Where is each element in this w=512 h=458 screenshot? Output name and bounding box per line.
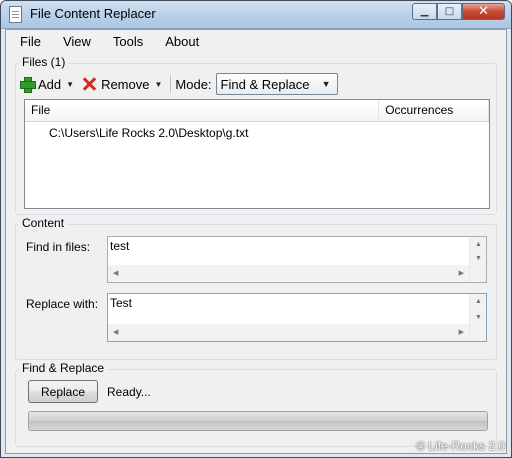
scroll-right-icon[interactable]: ▶ xyxy=(459,269,464,277)
replace-button[interactable]: Replace xyxy=(28,380,98,403)
minimize-icon: ▁ xyxy=(420,6,429,17)
mode-label: Mode: xyxy=(175,76,212,92)
status-text: Ready... xyxy=(107,385,151,399)
close-button[interactable]: ✕ xyxy=(462,3,505,20)
scroll-right-icon[interactable]: ▶ xyxy=(459,328,464,336)
replace-label: Replace with: xyxy=(26,297,99,311)
remove-label: Remove xyxy=(101,76,150,92)
window-title: File Content Replacer xyxy=(30,6,156,21)
app-window: File Content Replacer ▁ □ ✕ File View To… xyxy=(0,0,512,458)
title-bar[interactable]: File Content Replacer ▁ □ ✕ xyxy=(1,1,511,29)
replace-horizontal-scrollbar[interactable]: ◀ ▶ xyxy=(108,324,469,341)
maximize-button[interactable]: □ xyxy=(437,3,462,20)
menu-file-label: File xyxy=(20,34,41,49)
find-vertical-scrollbar[interactable]: ▲ ▼ xyxy=(469,237,486,282)
replace-button-label: Replace xyxy=(40,384,86,399)
menu-tools-label: Tools xyxy=(112,34,144,49)
files-toolbar: Add ▼ Remove ▼ Mode: Find & Replace ▼ xyxy=(20,72,338,96)
client-area: File View Tools About Files (1) Add ▼ Re… xyxy=(5,29,507,454)
close-icon: ✕ xyxy=(478,4,489,19)
document-icon xyxy=(9,6,22,23)
list-item[interactable]: C:\Users\Life Rocks 2.0\Desktop\g.txt xyxy=(25,122,489,140)
mode-select[interactable]: Find & Replace ▼ xyxy=(215,73,338,95)
plus-icon xyxy=(20,77,36,93)
scroll-up-icon[interactable]: ▲ xyxy=(475,241,482,248)
watermark: © Life-Rocks 2.0 xyxy=(416,439,505,453)
replace-vertical-scrollbar[interactable]: ▲ ▼ xyxy=(469,294,486,341)
menu-about-label: About xyxy=(165,34,200,49)
find-label: Find in files: xyxy=(26,240,91,254)
add-button[interactable]: Add ▼ xyxy=(20,76,80,93)
replace-input[interactable]: Test ▲ ▼ ◀ ▶ xyxy=(107,293,487,342)
files-list-header: File Occurrences xyxy=(25,100,489,122)
maximize-icon: □ xyxy=(444,6,455,17)
files-list[interactable]: File Occurrences C:\Users\Life Rocks 2.0… xyxy=(24,99,490,209)
chevron-down-icon: ▼ xyxy=(321,79,331,89)
menu-bar: File View Tools About xyxy=(6,30,506,52)
column-header-occurrences[interactable]: Occurrences xyxy=(379,100,489,121)
add-label: Add xyxy=(38,76,62,92)
file-path: C:\Users\Life Rocks 2.0\Desktop\g.txt xyxy=(49,126,249,140)
minimize-button[interactable]: ▁ xyxy=(412,3,437,20)
scroll-down-icon[interactable]: ▼ xyxy=(475,314,482,321)
menu-about[interactable]: About xyxy=(165,30,199,52)
menu-file[interactable]: File xyxy=(20,30,41,52)
scroll-left-icon[interactable]: ◀ xyxy=(113,328,118,336)
remove-button[interactable]: Remove ▼ xyxy=(80,77,168,92)
find-input[interactable]: test ▲ ▼ ◀ ▶ xyxy=(107,236,487,283)
column-header-file[interactable]: File xyxy=(25,100,380,121)
caption-buttons: ▁ □ ✕ xyxy=(412,3,505,21)
remove-dropdown-icon[interactable]: ▼ xyxy=(154,80,162,89)
files-group-label: Files (1) xyxy=(19,55,69,69)
toolbar-separator xyxy=(170,75,172,93)
find-input-value: test xyxy=(110,239,130,253)
scroll-down-icon[interactable]: ▼ xyxy=(475,255,482,262)
scroll-left-icon[interactable]: ◀ xyxy=(113,269,118,277)
find-horizontal-scrollbar[interactable]: ◀ ▶ xyxy=(108,265,469,282)
menu-view[interactable]: View xyxy=(63,30,91,52)
add-dropdown-icon[interactable]: ▼ xyxy=(66,80,74,89)
replace-input-value: Test xyxy=(110,296,133,310)
content-group-label: Content xyxy=(19,216,68,230)
action-group-label: Find & Replace xyxy=(19,361,108,375)
mode-value: Find & Replace xyxy=(220,76,310,92)
menu-tools[interactable]: Tools xyxy=(113,30,143,52)
progress-bar xyxy=(28,411,488,431)
remove-x-icon xyxy=(82,77,96,91)
scroll-up-icon[interactable]: ▲ xyxy=(475,298,482,305)
menu-view-label: View xyxy=(62,34,91,49)
